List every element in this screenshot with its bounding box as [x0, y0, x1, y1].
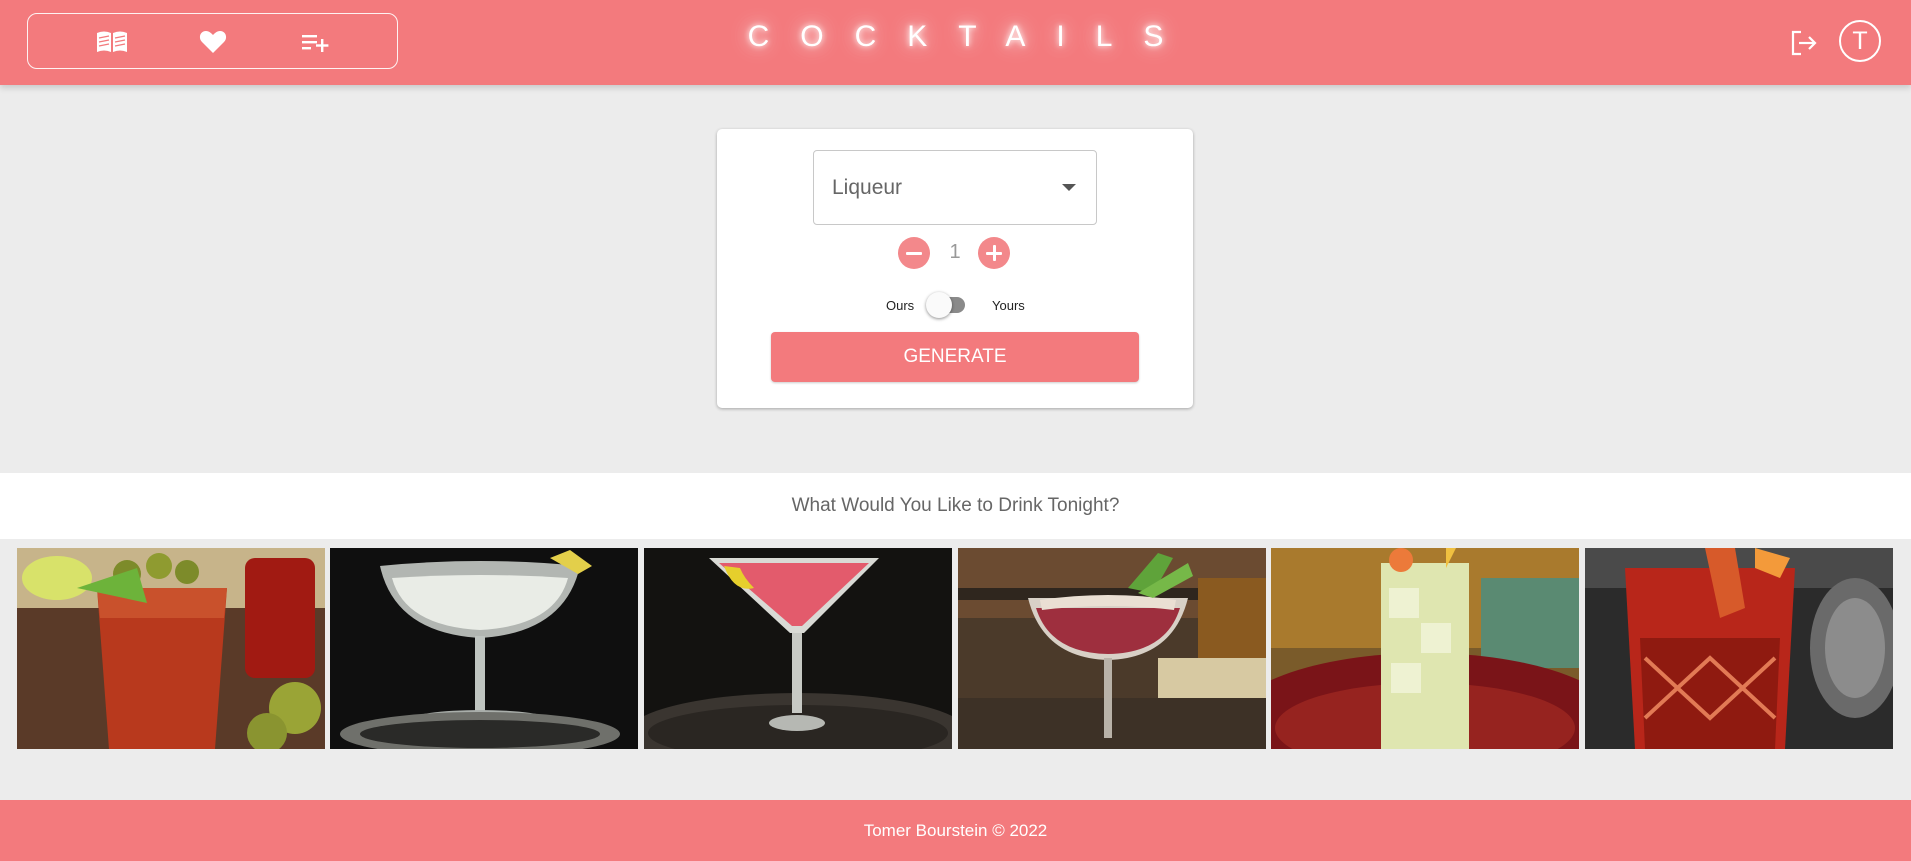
- footer-copyright: Tomer Bourstein © 2022: [863, 820, 1048, 840]
- generator-card: Liqueur 1 Ours Yours GENERATE: [717, 129, 1193, 408]
- negroni-rocks-photo[interactable]: [1585, 548, 1893, 749]
- increase-button[interactable]: [978, 237, 1010, 269]
- caret-down-icon: [1062, 184, 1076, 191]
- minus-icon: [906, 251, 922, 255]
- toggle-label-ours: Ours: [886, 298, 915, 313]
- martini-coupe-photo[interactable]: [330, 548, 638, 749]
- footer: Tomer Bourstein © 2022: [0, 800, 1911, 861]
- avatar[interactable]: T: [1839, 20, 1881, 62]
- bloody-mary-photo[interactable]: [17, 548, 325, 749]
- gallery-heading: What Would You Like to Drink Tonight?: [0, 473, 1911, 539]
- lemonade-highball-photo[interactable]: [1271, 548, 1579, 749]
- red-whiskey-sour-photo[interactable]: [958, 548, 1266, 749]
- app-title: COCKTAILS: [747, 20, 1195, 53]
- app-header: COCKTAILS T: [0, 0, 1911, 85]
- decrease-button[interactable]: [898, 237, 930, 269]
- quantity-value: 1: [949, 241, 961, 263]
- pink-cosmopolitan-photo[interactable]: [644, 548, 952, 749]
- toggle-knob[interactable]: [926, 292, 952, 318]
- logout-icon[interactable]: [1789, 28, 1819, 58]
- toggle-label-yours: Yours: [992, 298, 1025, 313]
- spirit-select[interactable]: Liqueur: [813, 150, 1097, 225]
- generate-button[interactable]: GENERATE: [771, 332, 1139, 382]
- spirit-select-value: Liqueur: [832, 176, 903, 199]
